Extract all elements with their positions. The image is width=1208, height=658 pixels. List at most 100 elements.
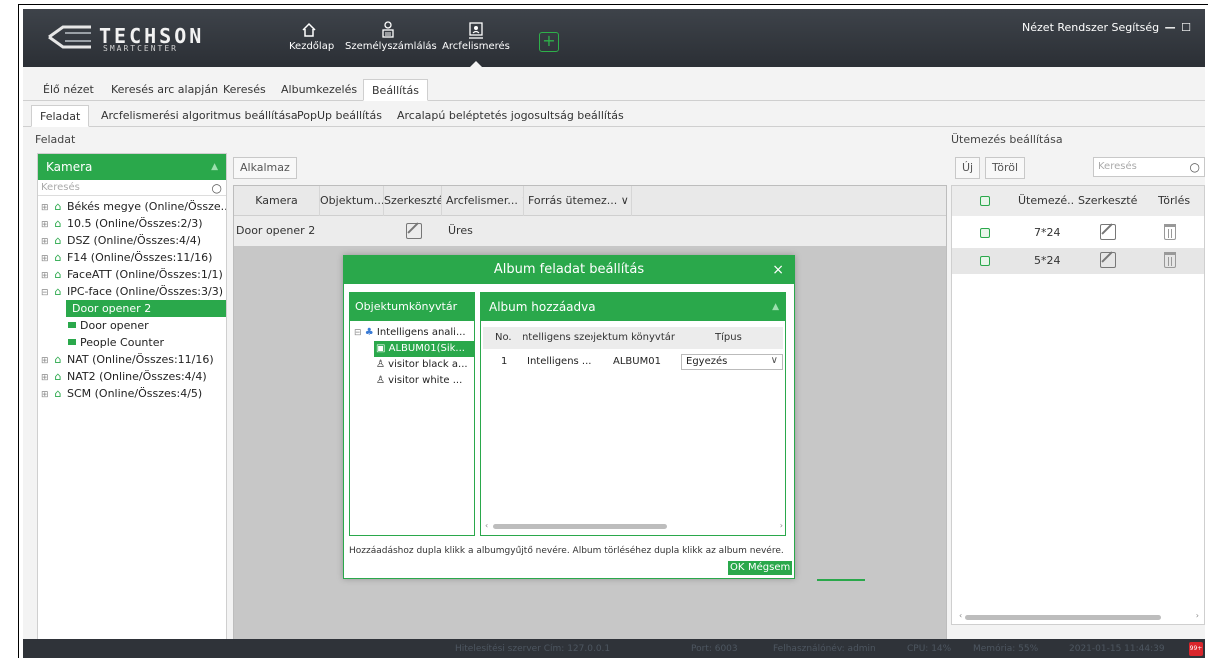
col-schedule: Ütemezé... [1018, 194, 1074, 207]
subtab-task[interactable]: Feladat [31, 105, 90, 127]
expand-icon[interactable]: ⊞ [41, 353, 51, 368]
subtab-algorithm[interactable]: Arcfelismerési algoritmus beállítása [93, 105, 306, 127]
col-face-recognition[interactable]: Arcfelismer... ∨ [442, 186, 524, 216]
collapse-icon[interactable]: ▲ [211, 154, 218, 180]
apply-button[interactable]: Alkalmaz [233, 157, 297, 179]
schedule-table: Ütemezé... Szerkesztés Törlés 7*24 5*24 [951, 185, 1205, 625]
nav-home[interactable]: Kezdőlap [289, 21, 334, 67]
expand-icon[interactable]: ⊞ [41, 217, 51, 232]
scroll-right-icon[interactable]: › [1196, 611, 1199, 620]
trash-icon[interactable] [1164, 252, 1176, 268]
tree-item[interactable]: ⊞ ⌂ DSZ (Online/Összes:4/4) [38, 232, 226, 249]
trash-icon[interactable] [1164, 224, 1176, 240]
camera-search-input[interactable]: Keresés ○ [38, 180, 226, 196]
expand-icon[interactable]: ⊞ [41, 200, 51, 215]
close-icon[interactable]: × [772, 256, 784, 284]
tree-item-label: FaceATT (Online/Összes:1/1) [66, 268, 223, 281]
album-scrollbar[interactable]: ‹ › [485, 521, 783, 531]
tree-item[interactable]: ⊞ ⌂ FaceATT (Online/Összes:1/1) [38, 266, 226, 283]
top-menu-text[interactable]: Nézet Rendszer Segítség [1022, 21, 1159, 34]
top-menu: Nézet Rendszer Segítség — ☐ [1020, 21, 1191, 34]
edit-icon[interactable] [406, 223, 422, 239]
tree-item[interactable]: ⊞ ⌂ 10.5 (Online/Összes:2/3) [38, 215, 226, 232]
tree-item[interactable]: ⊞ ⌂ F14 (Online/Összes:11/16) [38, 249, 226, 266]
nav-face-recognition[interactable]: Arcfelismerés [441, 21, 511, 67]
expand-icon[interactable]: ⊞ [41, 234, 51, 249]
tab-settings[interactable]: Beállítás [363, 79, 429, 101]
camera-panel: Kamera ▲ Keresés ○ ⊞ ⌂ Békés megye (Onli… [37, 153, 227, 649]
minimize-button[interactable]: — [1165, 21, 1176, 34]
tree-item[interactable]: ⊞ ⌂ NAT (Online/Összes:11/16) [38, 351, 226, 368]
search-icon[interactable]: ○ [1190, 158, 1200, 176]
table-row[interactable]: 5*24 [952, 248, 1204, 274]
tab-album-management[interactable]: Albumkezelés [273, 79, 365, 101]
search-icon[interactable]: ○ [212, 180, 222, 196]
notification-badge[interactable]: 99+ [1189, 642, 1203, 656]
app-header: TECHSON SMARTCENTER Kezdőlap Személyszám… [23, 9, 1205, 67]
edit-icon[interactable] [1100, 224, 1116, 240]
tree-item-label: 10.5 (Online/Összes:2/3) [66, 217, 203, 230]
tree-item[interactable]: ♙ visitor white ... [350, 373, 474, 389]
subtab-popup[interactable]: PopUp beállítás [289, 105, 390, 127]
col-library-label: Objektum könyvtár [591, 332, 676, 343]
subtab-access-permission[interactable]: Arcalapú beléptetés jogosultság beállítá… [389, 105, 632, 127]
collapse-icon[interactable]: ▲ [772, 293, 779, 321]
scroll-thumb[interactable] [965, 615, 1161, 620]
maximize-button[interactable]: ☐ [1181, 21, 1191, 34]
new-schedule-button[interactable]: Új [955, 157, 981, 179]
expand-icon[interactable]: ⊞ [41, 370, 51, 385]
col-delete: Törlés [1158, 194, 1191, 207]
tree-camera[interactable]: People Counter [38, 334, 226, 351]
schedule-scrollbar[interactable]: ‹ › [959, 611, 1199, 623]
object-library-title: Objektumkönyvtár [350, 293, 474, 321]
match-type-select[interactable]: Egyezés ∨ [681, 354, 783, 370]
scroll-left-icon[interactable]: ‹ [959, 611, 962, 620]
nav-people-counting[interactable]: Személyszámlálás [345, 21, 437, 67]
col-camera[interactable]: Kamera [234, 186, 320, 216]
tree-item[interactable]: ⊞ ⌂ NAT2 (Online/Összes:4/4) [38, 368, 226, 385]
tree-item[interactable]: ♙ visitor black a... [350, 357, 474, 373]
collapse-tree-icon[interactable]: ⊟ [41, 285, 51, 300]
chevron-down-icon: ∨ [620, 194, 629, 207]
tree-item-selected[interactable]: ▣ ALBUM01(Sik... [374, 341, 474, 357]
add-module-button[interactable]: + [539, 32, 559, 52]
col-edit[interactable]: Szerkesztés [384, 186, 442, 216]
scroll-right-icon[interactable]: › [780, 521, 783, 530]
expand-icon[interactable]: ⊞ [41, 268, 51, 283]
cancel-button[interactable]: Mégsem [746, 561, 793, 575]
site-icon: ⌂ [54, 234, 62, 247]
expand-icon[interactable]: ⊞ [41, 387, 51, 402]
tree-item[interactable]: ⊞ ⌂ Békés megye (Online/Össze... [38, 198, 226, 215]
scroll-left-icon[interactable]: ‹ [485, 521, 488, 530]
tab-face-search[interactable]: Keresés arc alapján [103, 79, 226, 101]
table-row[interactable]: 1 Intelligens ... ALBUM01 Egyezés ∨ [483, 353, 783, 371]
row-camera: Door opener 2 [236, 224, 316, 237]
tab-search[interactable]: Keresés [215, 79, 274, 101]
col-object[interactable]: Objektum... [320, 186, 384, 216]
tree-item[interactable]: ⊟ ⌂ IPC-face (Online/Összes:3/3) [38, 283, 226, 300]
schedule-search-input[interactable]: Keresés ○ [1093, 157, 1205, 177]
status-auth-server: Hitelesítési szerver Cím: 127.0.0.1 [455, 644, 611, 654]
table-row[interactable]: Door opener 2 Üres [234, 216, 946, 246]
tab-live-view[interactable]: Élő nézet [35, 79, 102, 101]
tree-item[interactable]: ⊟ ♣ Intelligens anali... [350, 325, 474, 341]
task-section-label: Feladat [35, 133, 76, 146]
object-tree: ⊟ ♣ Intelligens anali... ▣ ALBUM01(Sik..… [350, 321, 474, 389]
task-grid-header: Kamera Objektum... Szerkesztés Arcfelism… [234, 186, 946, 216]
home-icon [302, 22, 316, 37]
table-row[interactable]: 7*24 [952, 220, 1204, 246]
delete-schedule-button[interactable]: Töröl [985, 157, 1026, 179]
site-icon: ⌂ [54, 353, 62, 366]
edit-icon[interactable] [1100, 252, 1116, 268]
row-checkbox[interactable] [980, 256, 990, 266]
tree-camera-selected[interactable]: Door opener 2 [66, 300, 226, 317]
col-source-schedule[interactable]: Forrás ütemez... ∨ [524, 186, 632, 216]
select-all-checkbox[interactable] [980, 196, 990, 206]
ok-button[interactable]: OK [728, 561, 747, 575]
scroll-thumb[interactable] [493, 524, 667, 529]
tree-camera[interactable]: Door opener [38, 317, 226, 334]
collapse-tree-icon[interactable]: ⊟ [354, 328, 362, 338]
expand-icon[interactable]: ⊞ [41, 251, 51, 266]
tree-item[interactable]: ⊞ ⌂ SCM (Online/Összes:4/5) [38, 385, 226, 402]
row-checkbox[interactable] [980, 228, 990, 238]
